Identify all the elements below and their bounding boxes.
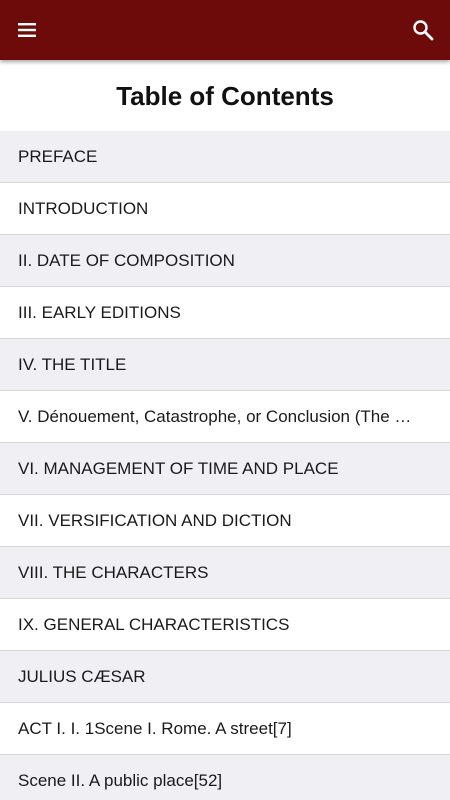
- toc-item-label: ACT I. I. 1Scene I. Rome. A street[7]: [18, 718, 292, 738]
- toc-item-label: PREFACE: [18, 146, 98, 166]
- toc-item-label: INTRODUCTION: [18, 198, 149, 218]
- toc-list: PREFACE INTRODUCTION II. DATE OF COMPOSI…: [0, 131, 450, 800]
- toc-item-the-characters[interactable]: VIII. THE CHARACTERS: [0, 547, 450, 599]
- toc-item-versification[interactable]: VII. VERSIFICATION AND DICTION: [0, 495, 450, 547]
- toc-item-act-i-scene-i[interactable]: ACT I. I. 1Scene I. Rome. A street[7]: [0, 703, 450, 755]
- page-title: Table of Contents: [116, 80, 334, 111]
- toc-item-label: JULIUS CÆSAR: [18, 666, 146, 686]
- toc-item-label: VII. VERSIFICATION AND DICTION: [18, 510, 292, 530]
- app-screen: Table of Contents PREFACE INTRODUCTION I…: [0, 0, 450, 800]
- toc-item-introduction[interactable]: INTRODUCTION: [0, 183, 450, 235]
- toc-item-julius-caesar[interactable]: JULIUS CÆSAR: [0, 651, 450, 703]
- toc-item-label: VIII. THE CHARACTERS: [18, 562, 209, 582]
- search-button[interactable]: [405, 12, 441, 48]
- menu-button[interactable]: [9, 12, 45, 48]
- toc-item-general-characteristics[interactable]: IX. GENERAL CHARACTERISTICS: [0, 599, 450, 651]
- toc-item-label: Scene II. A public place[52]: [18, 770, 223, 790]
- top-app-bar: [0, 0, 450, 60]
- toc-item-scene-ii[interactable]: Scene II. A public place[52]: [0, 755, 450, 800]
- toc-item-label: V. Dénouement, Catastrophe, or Conclusio…: [18, 406, 412, 426]
- hamburger-menu-icon: [18, 23, 36, 37]
- toc-item-label: II. DATE OF COMPOSITION: [18, 250, 235, 270]
- toc-item-preface[interactable]: PREFACE: [0, 131, 450, 183]
- search-icon: [413, 20, 434, 41]
- toc-item-date-of-composition[interactable]: II. DATE OF COMPOSITION: [0, 235, 450, 287]
- toc-item-label: IX. GENERAL CHARACTERISTICS: [18, 614, 290, 634]
- toc-item-label: IV. THE TITLE: [18, 354, 127, 374]
- toc-item-denouement[interactable]: V. Dénouement, Catastrophe, or Conclusio…: [0, 391, 450, 443]
- toc-item-the-title[interactable]: IV. THE TITLE: [0, 339, 450, 391]
- toc-item-early-editions[interactable]: III. EARLY EDITIONS: [0, 287, 450, 339]
- toc-item-label: III. EARLY EDITIONS: [18, 302, 181, 322]
- toc-item-management-of-time[interactable]: VI. MANAGEMENT OF TIME AND PLACE: [0, 443, 450, 495]
- toc-item-label: VI. MANAGEMENT OF TIME AND PLACE: [18, 458, 339, 478]
